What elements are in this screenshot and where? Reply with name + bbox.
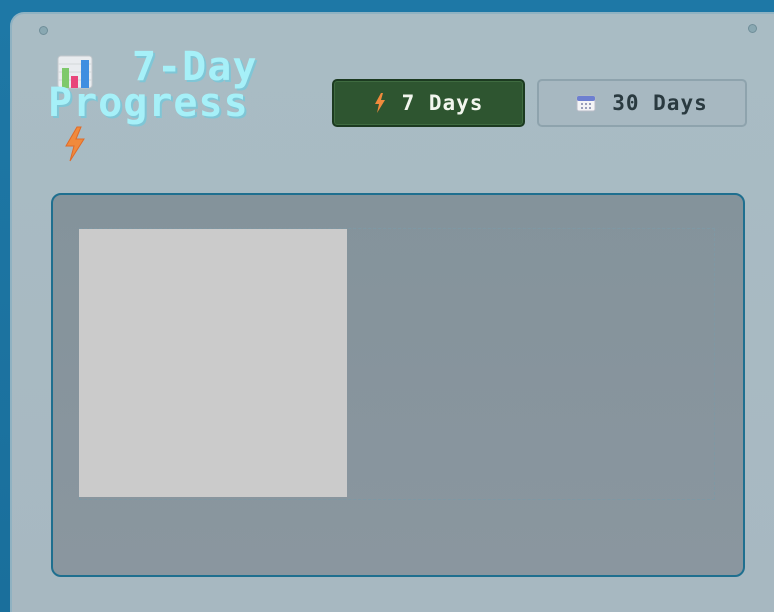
- lightning-bolt-icon: [374, 93, 385, 113]
- range-30-days-label: 30 Days: [612, 91, 708, 115]
- range-7-days-label: 7 Days: [401, 91, 484, 115]
- calendar-icon: [576, 95, 596, 112]
- lightning-bolt-icon: [65, 126, 85, 162]
- range-7-days-button[interactable]: 7 Days: [332, 79, 525, 127]
- panel-rivet-right: [748, 24, 757, 33]
- progress-chart-panel: [51, 193, 745, 577]
- chart-image-placeholder: [79, 229, 347, 497]
- app-frame: 7-Day Progress 7 Days 30 Days: [0, 0, 774, 612]
- title-line-2: Progress: [48, 80, 249, 126]
- range-30-days-button[interactable]: 30 Days: [537, 79, 747, 127]
- panel-rivet-left: [39, 26, 48, 35]
